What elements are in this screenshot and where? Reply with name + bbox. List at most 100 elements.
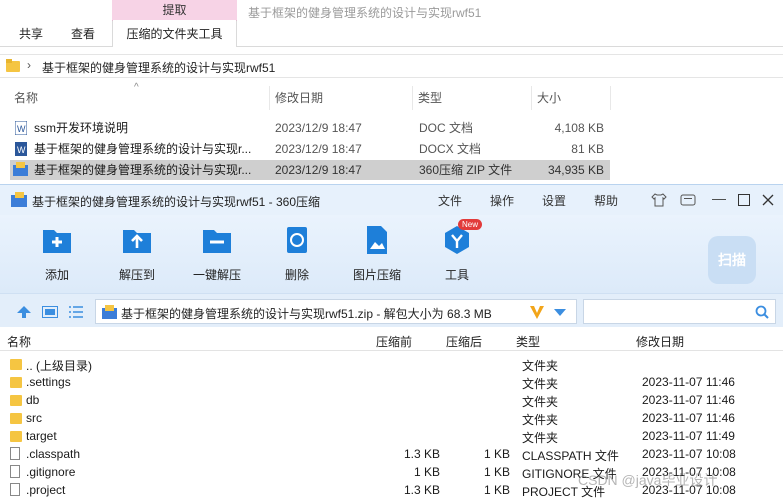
file-type: DOCX 文档 [419, 142, 482, 156]
svg-text:W: W [17, 145, 26, 155]
one-click-extract-icon [203, 230, 231, 253]
explorer-column-header: ^ 名称 修改日期 类型 大小 [0, 82, 615, 110]
column-type[interactable]: 类型 [516, 333, 540, 350]
folder-row[interactable]: src 文件夹 2023-11-07 11:46 [0, 409, 783, 427]
list-view-icon[interactable] [69, 306, 83, 318]
extract-to-button[interactable]: 解压到 [105, 225, 169, 283]
file-row[interactable]: W 基于框架的健身管理系统的设计与实现r... 2023/12/9 18:47 … [10, 139, 610, 159]
chevron-down-icon[interactable] [554, 309, 566, 317]
entry-size-after: 1 KB [483, 447, 510, 461]
file-date: 2023/12/9 18:47 [275, 142, 362, 156]
zip-file-icon [102, 305, 117, 319]
up-arrow-icon[interactable] [17, 306, 31, 318]
path-field[interactable]: 基于框架的健身管理系统的设计与实现rwf51.zip - 解包大小为 68.3 … [95, 299, 577, 324]
file-size: 34,935 KB [547, 163, 604, 177]
folder-row[interactable]: target 文件夹 2023-11-07 11:49 [0, 427, 783, 445]
column-date[interactable]: 修改日期 [271, 86, 413, 110]
zip-file-icon [13, 162, 28, 176]
file-icon [10, 447, 20, 460]
chevron-right-icon: › [27, 58, 31, 72]
entry-date: 2023-11-07 11:49 [642, 429, 735, 443]
column-after[interactable]: 压缩后 [446, 333, 482, 350]
maximize-icon[interactable] [738, 194, 750, 206]
folder-icon [10, 377, 22, 388]
file-name: ssm开发环境说明 [34, 121, 128, 135]
folder-icon [10, 413, 22, 424]
entry-name: .. (上级目录) [26, 359, 92, 373]
delete-icon [287, 227, 307, 253]
context-tab-extract[interactable]: 提取 [112, 0, 237, 20]
column-type[interactable]: 类型 [414, 86, 532, 110]
entry-name: .classpath [26, 447, 81, 461]
menu-settings[interactable]: 设置 [542, 192, 566, 209]
minimize-icon[interactable]: — [712, 190, 726, 206]
file-row-selected[interactable]: 基于框架的健身管理系统的设计与实现r... 2023/12/9 18:47 36… [10, 160, 610, 180]
add-icon [43, 230, 71, 253]
search-input[interactable] [583, 299, 776, 324]
add-label: 添加 [44, 268, 69, 282]
folder-row[interactable]: db 文件夹 2023-11-07 11:46 [0, 391, 783, 409]
v-logo-icon[interactable] [529, 304, 545, 320]
thumbnail-view-icon[interactable] [42, 306, 58, 318]
file-date: 2023/12/9 18:47 [275, 121, 362, 135]
new-badge: New [458, 219, 483, 230]
tab-view[interactable]: 查看 [60, 21, 106, 47]
entry-name: .gitignore [26, 465, 76, 479]
extract-to-label: 解压到 [118, 268, 155, 282]
entry-name: .project [26, 483, 66, 497]
column-name[interactable]: 名称 [10, 86, 270, 110]
zip-titlebar: 基于框架的健身管理系统的设计与实现rwf51 - 360压缩 文件 操作 设置 … [0, 185, 783, 215]
delete-button[interactable]: 删除 [265, 225, 329, 283]
skin-icon[interactable] [651, 193, 667, 207]
file-size: 81 KB [571, 142, 604, 156]
image-compress-button[interactable]: 图片压缩 [345, 225, 409, 283]
column-before[interactable]: 压缩前 [376, 333, 412, 350]
folder-row[interactable]: .settings 文件夹 2023-11-07 11:46 [0, 373, 783, 391]
entry-size-after: 1 KB [483, 465, 510, 479]
column-date[interactable]: 修改日期 [636, 333, 684, 350]
entry-date: 2023-11-07 10:08 [642, 447, 736, 461]
one-click-extract-button[interactable]: 一键解压 [185, 225, 249, 283]
folder-row[interactable]: .. (上级目录) 文件夹 [0, 355, 783, 373]
menu-help[interactable]: 帮助 [594, 192, 618, 209]
file-name: 基于框架的健身管理系统的设计与实现r... [34, 142, 252, 156]
entry-type: 文件夹 [522, 431, 559, 445]
file-row[interactable]: W ssm开发环境说明 2023/12/9 18:47 DOC 文档 4,108… [10, 118, 610, 138]
menu-file[interactable]: 文件 [438, 192, 462, 209]
file-type: DOC 文档 [419, 121, 474, 135]
path-text: 基于框架的健身管理系统的设计与实现rwf51.zip - 解包大小为 68.3 … [121, 307, 492, 321]
folder-icon [6, 59, 20, 72]
entry-size-after: 1 KB [483, 483, 510, 497]
folder-icon [10, 431, 22, 442]
file-name: 基于框架的健身管理系统的设计与实现r... [34, 163, 252, 177]
entry-type: 文件夹 [522, 359, 559, 373]
column-name[interactable]: 名称 [7, 333, 31, 350]
extract-to-icon [123, 230, 151, 253]
entry-size-before: 1.3 KB [403, 447, 440, 461]
tools-button[interactable]: 工具 [425, 225, 489, 283]
word-doc-icon: W [15, 142, 27, 156]
entry-type: 文件夹 [522, 395, 559, 409]
entry-date: 2023-11-07 11:46 [642, 411, 735, 425]
watermark: CSDN @java毕业设计 [578, 472, 718, 488]
ribbon-tabs: 共享 查看 压缩的文件夹工具 [0, 21, 783, 47]
feedback-icon[interactable] [680, 194, 696, 206]
entry-date: 2023-11-07 11:46 [642, 393, 735, 407]
search-icon[interactable] [755, 305, 769, 319]
svg-text:W: W [17, 124, 26, 134]
menu-operation[interactable]: 操作 [490, 192, 514, 209]
entry-type: CLASSPATH 文件 [522, 449, 619, 463]
add-button[interactable]: 添加 [25, 225, 89, 283]
zip-column-header: 名称 压缩前 压缩后 类型 修改日期 [0, 329, 783, 351]
explorer-window-title: 基于框架的健身管理系统的设计与实现rwf51 [248, 6, 482, 20]
scan-button[interactable]: 扫描 [708, 236, 756, 284]
one-click-extract-label: 一键解压 [192, 268, 241, 282]
close-icon[interactable] [762, 194, 774, 206]
file-row[interactable]: .classpath 1.3 KB 1 KB CLASSPATH 文件 2023-11-… [0, 445, 783, 463]
file-icon [10, 465, 20, 478]
tab-share[interactable]: 共享 [8, 21, 54, 47]
entry-date: 2023-11-07 11:46 [642, 375, 735, 389]
address-bar[interactable]: › 基于框架的健身管理系统的设计与实现rwf51 [0, 54, 783, 78]
tab-compressed-folder-tools[interactable]: 压缩的文件夹工具 [112, 21, 237, 47]
column-size[interactable]: 大小 [533, 86, 611, 110]
